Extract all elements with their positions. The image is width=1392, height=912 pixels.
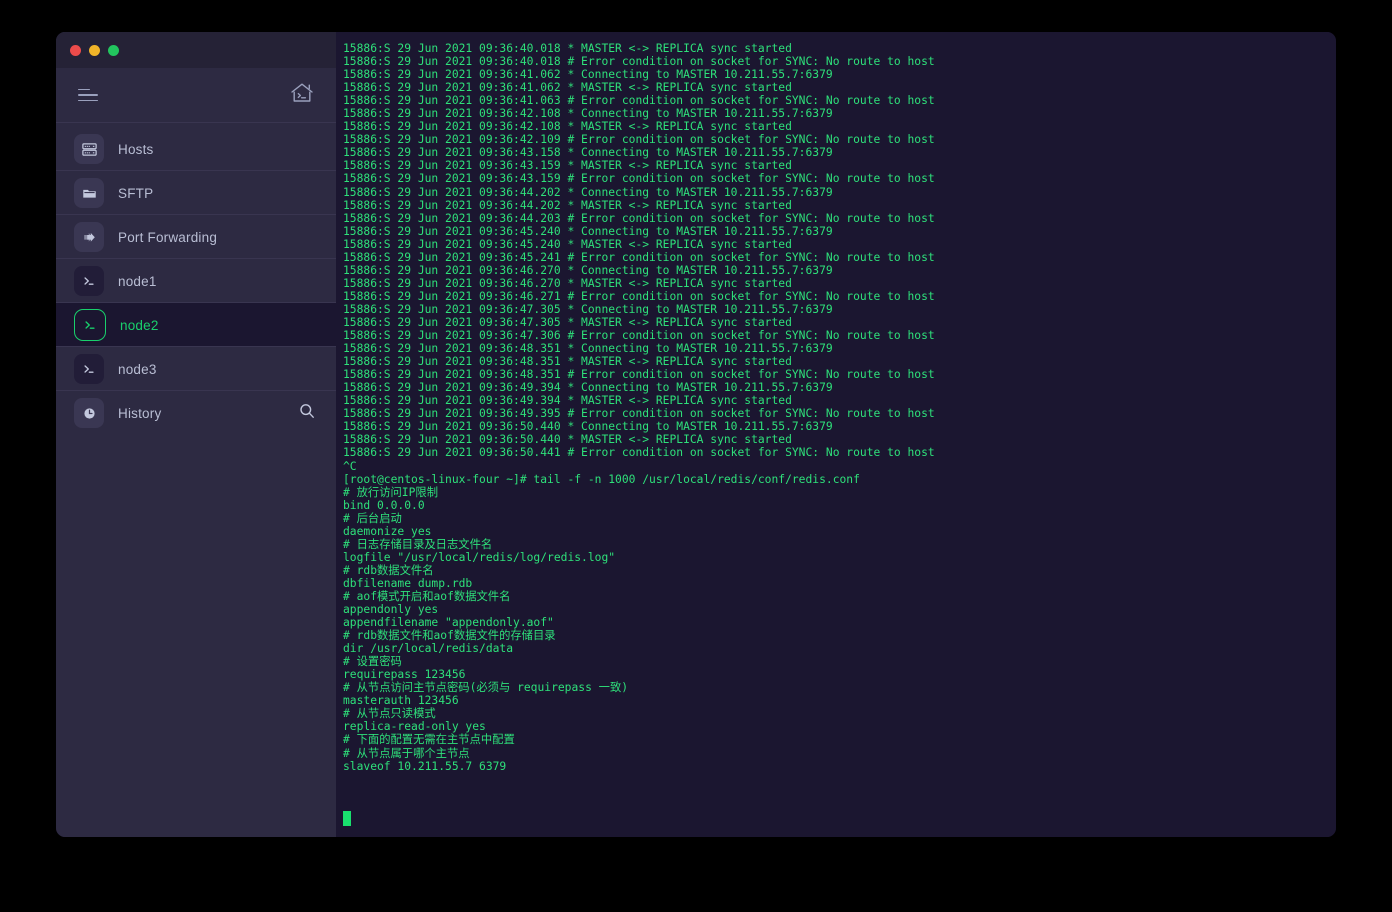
terminal-line: 15886:S 29 Jun 2021 09:36:50.440 * MASTE… (343, 433, 792, 447)
terminal-line: 15886:S 29 Jun 2021 09:36:46.271 # Error… (343, 289, 935, 303)
terminal-line: 15886:S 29 Jun 2021 09:36:43.159 * MASTE… (343, 159, 792, 173)
terminal-line: # rdb数据文件和aof数据文件的存储目录 (343, 629, 556, 643)
terminal-line: appendfilename "appendonly.aof" (343, 616, 554, 630)
terminal-line: ^C (343, 459, 357, 473)
terminal-icon (74, 354, 104, 384)
hamburger-icon[interactable] (78, 88, 98, 102)
terminal-line: 15886:S 29 Jun 2021 09:36:47.305 * MASTE… (343, 315, 792, 329)
terminal-cursor (343, 811, 351, 826)
sidebar-item-sftp[interactable]: SFTP (56, 171, 336, 215)
terminal-line: 15886:S 29 Jun 2021 09:36:45.240 * MASTE… (343, 237, 792, 251)
sidebar-item-label: node3 (118, 361, 157, 377)
screen: Hosts SFTP Port Forwarding node1 node2 n… (0, 0, 1392, 912)
terminal-line: appendonly yes (343, 603, 439, 617)
sidebar-item-label: Port Forwarding (118, 229, 218, 245)
sidebar-item-label: SFTP (118, 185, 154, 201)
forward-arrow-icon (74, 222, 104, 252)
terminal-line: 15886:S 29 Jun 2021 09:36:40.018 # Error… (343, 55, 935, 69)
terminal-line: # 从节点属于哪个主节点 (343, 746, 470, 760)
terminal-line: 15886:S 29 Jun 2021 09:36:45.240 * Conne… (343, 224, 833, 238)
sidebar-item-node2[interactable]: node2 (56, 303, 336, 347)
terminal-line: requirepass 123456 (343, 668, 466, 682)
terminal-line: 15886:S 29 Jun 2021 09:36:48.351 # Error… (343, 368, 935, 382)
terminal-line: slaveof 10.211.55.7 6379 (343, 759, 507, 773)
server-rack-icon (74, 134, 104, 164)
terminal-line: logfile "/usr/local/redis/log/redis.log" (343, 550, 616, 564)
terminal-line: bind 0.0.0.0 (343, 498, 425, 512)
terminal-line: 15886:S 29 Jun 2021 09:36:41.062 * MASTE… (343, 81, 792, 95)
home-terminal-icon[interactable] (290, 82, 314, 109)
terminal-line: 15886:S 29 Jun 2021 09:36:42.109 # Error… (343, 133, 935, 147)
terminal-line: 15886:S 29 Jun 2021 09:36:40.018 * MASTE… (343, 42, 792, 55)
terminal-line: 15886:S 29 Jun 2021 09:36:45.241 # Error… (343, 250, 935, 264)
terminal-line: # 后台启动 (343, 511, 402, 525)
search-icon[interactable] (298, 402, 316, 425)
terminal-line: # aof模式开启和aof数据文件名 (343, 589, 511, 603)
terminal-line: 15886:S 29 Jun 2021 09:36:46.270 * Conne… (343, 263, 833, 277)
sidebar-nav-list: Hosts SFTP Port Forwarding node1 node2 n… (56, 123, 336, 435)
terminal-line: 15886:S 29 Jun 2021 09:36:49.394 * MASTE… (343, 394, 792, 408)
terminal-line: # 设置密码 (343, 655, 402, 669)
terminal-line: daemonize yes (343, 524, 432, 538)
terminal-line: 15886:S 29 Jun 2021 09:36:47.305 * Conne… (343, 302, 833, 316)
sidebar-item-label: History (118, 405, 162, 421)
terminal-line: 15886:S 29 Jun 2021 09:36:48.351 * MASTE… (343, 355, 792, 369)
terminal-line: # 放行访问IP限制 (343, 485, 438, 499)
sidebar-item-history[interactable]: History (56, 391, 336, 435)
terminal-line: 15886:S 29 Jun 2021 09:36:43.159 # Error… (343, 172, 935, 186)
sidebar-item-port-forwarding[interactable]: Port Forwarding (56, 215, 336, 259)
terminal-line: [root@centos-linux-four ~]# tail -f -n 1… (343, 472, 860, 486)
terminal-line: 15886:S 29 Jun 2021 09:36:44.203 # Error… (343, 211, 935, 225)
terminal-line: # 日志存储目录及日志文件名 (343, 537, 493, 551)
terminal-line: 15886:S 29 Jun 2021 09:36:48.351 * Conne… (343, 342, 833, 356)
terminal-line: 15886:S 29 Jun 2021 09:36:49.394 * Conne… (343, 381, 833, 395)
terminal-line: # rdb数据文件名 (343, 563, 434, 577)
terminal-line: 15886:S 29 Jun 2021 09:36:46.270 * MASTE… (343, 276, 792, 290)
terminal-line: 15886:S 29 Jun 2021 09:36:41.062 * Conne… (343, 68, 833, 82)
minimize-window-button[interactable] (89, 44, 100, 56)
terminal-line: 15886:S 29 Jun 2021 09:36:47.306 # Error… (343, 329, 935, 343)
maximize-window-button[interactable] (108, 44, 119, 56)
terminal-line: 15886:S 29 Jun 2021 09:36:41.063 # Error… (343, 94, 935, 108)
terminal-app-window: Hosts SFTP Port Forwarding node1 node2 n… (56, 32, 1336, 837)
close-window-button[interactable] (70, 44, 81, 56)
terminal-line: masterauth 123456 (343, 694, 459, 708)
terminal-icon (74, 309, 106, 341)
terminal-icon (74, 266, 104, 296)
clock-icon (74, 398, 104, 428)
terminal-line: 15886:S 29 Jun 2021 09:36:44.202 * MASTE… (343, 198, 792, 212)
sidebar-item-label: Hosts (118, 141, 154, 157)
terminal-line: # 从节点只读模式 (343, 707, 436, 721)
terminal-output: 15886:S 29 Jun 2021 09:36:40.018 * MASTE… (343, 42, 1336, 773)
terminal-pane[interactable]: 15886:S 29 Jun 2021 09:36:40.018 * MASTE… (336, 32, 1336, 837)
sidebar-item-node3[interactable]: node3 (56, 347, 336, 391)
terminal-line: 15886:S 29 Jun 2021 09:36:42.108 * MASTE… (343, 120, 792, 134)
terminal-line: replica-read-only yes (343, 720, 486, 734)
sidebar-item-hosts[interactable]: Hosts (56, 127, 336, 171)
terminal-line: # 从节点访问主节点密码(必须与 requirepass 一致) (343, 681, 629, 695)
sidebar: Hosts SFTP Port Forwarding node1 node2 n… (56, 32, 336, 837)
window-titlebar (56, 32, 336, 68)
terminal-line: dir /usr/local/redis/data (343, 642, 514, 656)
terminal-line: # 下面的配置无需在主节点中配置 (343, 733, 515, 747)
terminal-line: 15886:S 29 Jun 2021 09:36:50.440 * Conne… (343, 420, 833, 434)
sidebar-item-label: node1 (118, 273, 157, 289)
sidebar-item-node1[interactable]: node1 (56, 259, 336, 303)
terminal-line: 15886:S 29 Jun 2021 09:36:44.202 * Conne… (343, 185, 833, 199)
terminal-line: 15886:S 29 Jun 2021 09:36:49.395 # Error… (343, 407, 935, 421)
folder-icon (74, 178, 104, 208)
sidebar-item-label: node2 (120, 317, 159, 333)
terminal-line: 15886:S 29 Jun 2021 09:36:50.441 # Error… (343, 446, 935, 460)
sidebar-header (56, 68, 336, 123)
terminal-line: dbfilename dump.rdb (343, 576, 473, 590)
terminal-line: 15886:S 29 Jun 2021 09:36:43.158 * Conne… (343, 146, 833, 160)
terminal-line: 15886:S 29 Jun 2021 09:36:42.108 * Conne… (343, 107, 833, 121)
